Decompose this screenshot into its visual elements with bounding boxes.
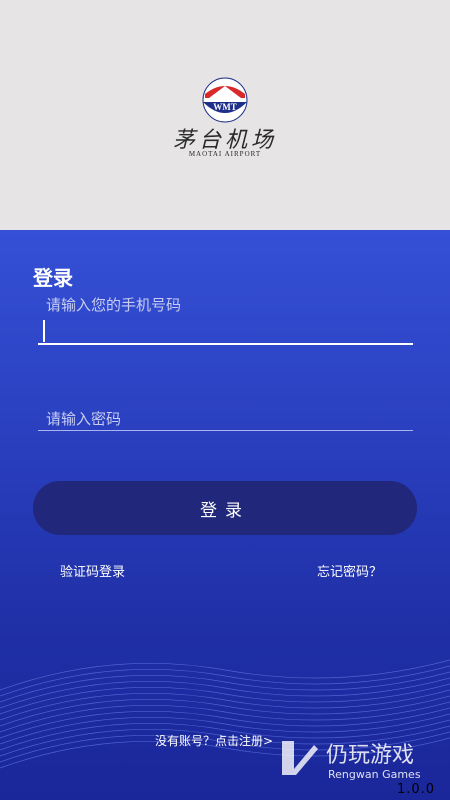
- version-label: 1.0.0: [397, 782, 436, 797]
- login-title: 登录: [33, 266, 73, 290]
- text-cursor: [43, 320, 45, 342]
- forgot-password-link[interactable]: 忘记密码？: [317, 561, 382, 580]
- password-input[interactable]: 请输入密码: [46, 408, 121, 429]
- password-input-underline: [38, 430, 413, 431]
- header-area: WMT 茅台机场 MAOTAI AIRPORT: [0, 0, 450, 230]
- watermark-chinese: 仍玩游戏: [326, 743, 415, 768]
- login-button[interactable]: 登录: [33, 481, 417, 535]
- watermark-logo-icon: [282, 741, 318, 775]
- sms-login-link[interactable]: 验证码登录: [60, 561, 125, 580]
- phone-input[interactable]: 请输入您的手机号码: [46, 294, 181, 315]
- logo-emblem-icon: WMT: [202, 77, 248, 123]
- phone-input-underline: [38, 343, 413, 345]
- watermark-english: Rengwan Games: [328, 768, 421, 781]
- watermark: 仍玩游戏 Rengwan Games: [276, 735, 446, 785]
- maotai-airport-logo: WMT 茅台机场 MAOTAI AIRPORT: [165, 76, 285, 166]
- register-link[interactable]: 没有账号？点击注册>: [155, 732, 273, 749]
- logo-badge-text: WMT: [213, 102, 237, 112]
- logo-english-name: MAOTAI AIRPORT: [188, 150, 262, 158]
- login-panel: 登录 请输入您的手机号码 请输入密码 登录 验证码登录 忘记密码？ 没有账号？点…: [0, 230, 450, 800]
